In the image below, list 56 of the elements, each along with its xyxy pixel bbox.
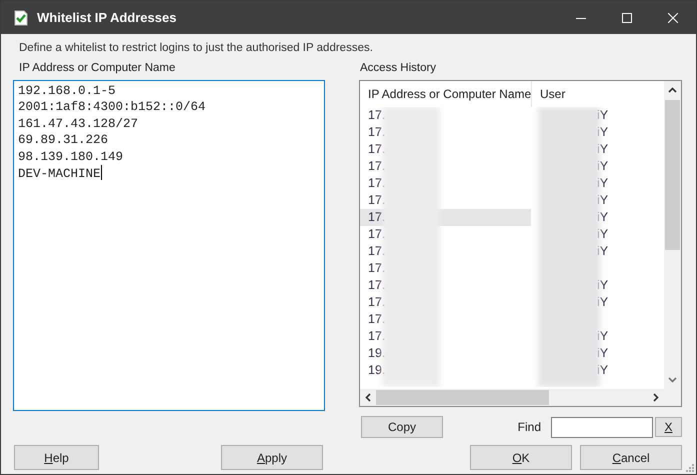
table-cell[interactable]: 17. bbox=[360, 328, 531, 345]
window-title: Whitelist IP Addresses bbox=[37, 10, 176, 25]
table-cell[interactable]: 17. bbox=[360, 260, 531, 277]
copy-button[interactable]: Copy bbox=[361, 416, 443, 438]
table-cell[interactable]: 17. bbox=[360, 311, 531, 328]
apply-button[interactable]: Apply bbox=[221, 445, 323, 470]
table-cell[interactable]: 17. bbox=[360, 192, 531, 209]
table-cell[interactable]: 17. bbox=[360, 175, 531, 192]
scroll-right-icon[interactable] bbox=[653, 393, 659, 402]
table-cell: iY bbox=[597, 227, 608, 241]
field-label: IP Address or Computer Name bbox=[19, 61, 176, 75]
table-cell[interactable]: 17. bbox=[360, 226, 531, 243]
table-cell: iY bbox=[597, 244, 608, 258]
list-label: Access History bbox=[360, 61, 438, 75]
table-cell: iY bbox=[597, 295, 608, 309]
table-cell: iY bbox=[597, 176, 608, 190]
find-label: Find bbox=[518, 420, 541, 434]
table-cell[interactable]: 19. bbox=[360, 345, 531, 362]
table-cell[interactable]: 17. bbox=[360, 294, 531, 311]
table-cell: iY bbox=[597, 210, 608, 224]
table-cell: iY bbox=[597, 329, 608, 343]
table-cell: iY bbox=[597, 159, 608, 173]
scroll-thumb[interactable] bbox=[665, 100, 680, 250]
table-cell[interactable]: 17. bbox=[360, 141, 531, 158]
table-cell: iY bbox=[597, 363, 608, 377]
scroll-left-icon[interactable] bbox=[365, 393, 371, 402]
resize-grip-icon[interactable] bbox=[686, 464, 694, 472]
table-cell[interactable]: 17. bbox=[360, 243, 531, 260]
table-cell: iY bbox=[597, 193, 608, 207]
cancel-button[interactable]: Cancel bbox=[580, 445, 682, 470]
table-cell[interactable]: 17. bbox=[360, 158, 531, 175]
scroll-down-icon[interactable] bbox=[668, 377, 677, 383]
maximize-icon[interactable] bbox=[622, 12, 632, 22]
clear-button[interactable]: X bbox=[655, 417, 682, 437]
table-cell: iY bbox=[597, 278, 608, 292]
help-button[interactable]: Help bbox=[14, 445, 99, 470]
table-cell[interactable]: 17. bbox=[360, 107, 531, 124]
description-text: Define a whitelist to restrict logins to just the authorised IP addresses. bbox=[19, 41, 374, 55]
vertical-scrollbar[interactable] bbox=[664, 81, 681, 389]
text-cursor bbox=[100, 165, 102, 180]
table-cell: iY bbox=[597, 125, 608, 139]
close-icon[interactable] bbox=[668, 12, 678, 22]
horizontal-scrollbar[interactable] bbox=[360, 389, 664, 406]
find-field[interactable] bbox=[551, 416, 653, 438]
table-cell: iY bbox=[597, 108, 608, 122]
table-cell: iY bbox=[597, 346, 608, 360]
ok-button[interactable]: OK bbox=[470, 445, 572, 470]
table-cell[interactable]: 17. bbox=[360, 277, 531, 294]
whitelist-field[interactable]: 192.168.0.1-5 2001:1af8:4300:b152::0/64 161.47.43.128/27 69.89.31.226 98.139.180.149 DEV-MACHINE bbox=[13, 80, 325, 411]
table-cell: iY bbox=[597, 142, 608, 156]
table-cell[interactable]: 17. bbox=[360, 124, 531, 141]
document-check-icon bbox=[14, 10, 28, 26]
scroll-thumb[interactable] bbox=[376, 390, 549, 405]
table-cell[interactable]: 19. bbox=[360, 362, 531, 379]
scroll-up-icon[interactable] bbox=[668, 87, 677, 93]
column-header[interactable]: User bbox=[532, 81, 566, 107]
